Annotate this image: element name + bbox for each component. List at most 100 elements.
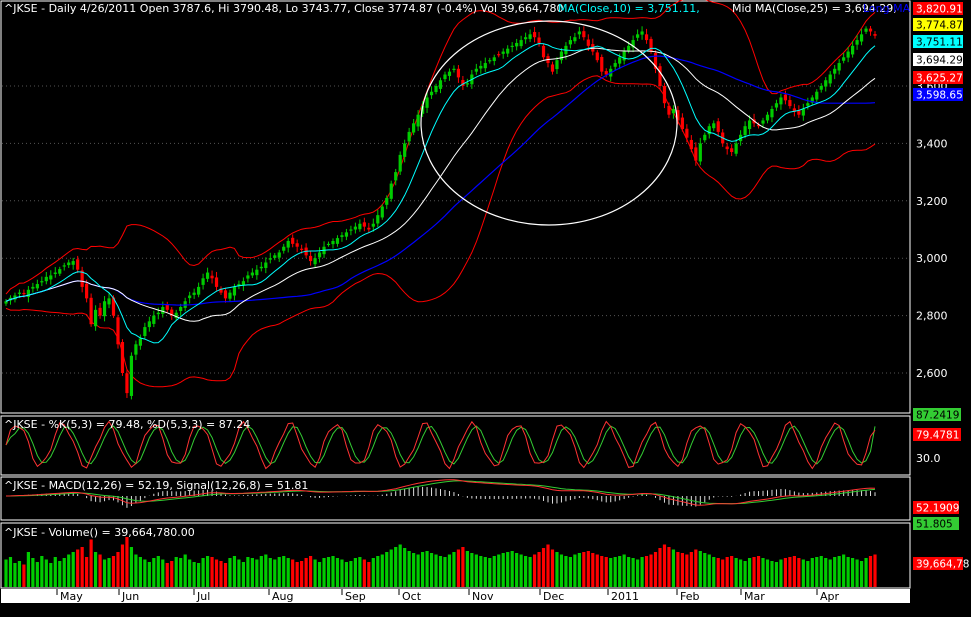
volume-bar: [492, 556, 496, 587]
volume-bar: [488, 558, 492, 587]
volume-bar: [479, 556, 483, 587]
volume-bar: [26, 552, 30, 587]
volume-bar: [747, 558, 752, 587]
volume-bar: [635, 559, 640, 587]
candle-body: [107, 298, 111, 305]
volume-bar: [515, 553, 519, 587]
volume-bar: [819, 556, 823, 587]
candle-body: [465, 83, 469, 85]
volume-bar: [188, 559, 192, 587]
volume-bar: [152, 558, 156, 587]
candle-body: [407, 131, 411, 142]
volume-bar: [71, 552, 75, 587]
candle-body: [264, 262, 268, 268]
candle-body: [698, 143, 702, 162]
volume-bar: [161, 559, 165, 587]
volume-bar: [40, 556, 44, 587]
candle-body: [102, 301, 107, 317]
volume-bar: [752, 557, 756, 587]
candle-body: [600, 57, 604, 72]
value-tag: 52.1909: [916, 503, 959, 515]
candle-body: [4, 301, 8, 304]
candle-body: [143, 327, 147, 336]
candle-body: [510, 45, 514, 48]
candle-body: [635, 34, 640, 38]
volume-bar: [358, 557, 362, 587]
volume-bar: [308, 556, 313, 587]
candle-body: [604, 71, 608, 75]
candle-body: [398, 154, 402, 172]
volume-bar: [846, 557, 850, 587]
candle-body: [380, 206, 384, 218]
volume-bar: [761, 558, 765, 587]
volume-bar: [474, 554, 478, 587]
candle-body: [483, 63, 487, 69]
volume-bar: [44, 559, 48, 587]
macd-header: ^JKSE - MACD(12,26) = 52.19, Signal(12,2…: [4, 479, 308, 492]
candle-body: [703, 134, 707, 141]
volume-bar: [550, 549, 555, 587]
volume-bar: [600, 556, 604, 587]
candle-body: [403, 143, 407, 157]
value-tag: 3,774.87: [916, 20, 963, 32]
candle-body: [40, 281, 44, 283]
candle-body: [537, 37, 541, 43]
candle-body: [362, 222, 366, 227]
long-ma-header: Long MA: [863, 2, 911, 15]
value-tag: 51.805: [916, 519, 953, 531]
candle-body: [837, 63, 841, 71]
volume-bar: [703, 553, 707, 587]
volume-bar: [613, 557, 617, 587]
volume-bar: [591, 553, 595, 587]
volume-bar: [582, 552, 586, 587]
volume-bar: [568, 557, 573, 587]
volume-bar: [537, 552, 541, 587]
volume-bar: [183, 554, 187, 587]
volume-bar: [102, 559, 107, 587]
volume-bar: [277, 557, 281, 587]
volume-bar: [232, 556, 237, 587]
x-axis-month-label: Mar: [744, 590, 765, 603]
candle-body: [116, 317, 120, 345]
candle-body: [824, 80, 828, 87]
volume-bar: [721, 559, 725, 587]
candle-body: [156, 312, 160, 315]
candle-body: [62, 265, 66, 267]
volume-bar: [456, 549, 461, 587]
volume-bar: [335, 558, 340, 587]
volume-bar: [125, 537, 129, 587]
volume-bar: [429, 553, 434, 587]
candle-body: [286, 240, 290, 248]
volume-bar: [532, 554, 537, 587]
volume-bar: [398, 544, 402, 587]
volume-bar: [541, 548, 546, 587]
candle-body: [228, 292, 232, 299]
candle-body: [49, 275, 53, 280]
candle-body: [716, 121, 720, 132]
candle-body: [568, 40, 573, 45]
candle-body: [815, 91, 819, 100]
volume-bar: [214, 559, 219, 587]
candle-body: [282, 246, 286, 251]
volume-bar: [22, 564, 26, 587]
candle-body: [344, 232, 349, 237]
volume-bar: [577, 553, 581, 587]
candle-body: [582, 31, 586, 38]
price-header: ^JKSE - Daily 4/26/2011 Open 3787.6, Hi …: [4, 2, 563, 15]
volume-bar: [192, 562, 196, 587]
candle-body: [85, 283, 89, 299]
candle-body: [488, 60, 492, 62]
value-tag: 3,598.65: [916, 90, 963, 102]
candle-body: [833, 68, 837, 74]
volume-bar: [851, 558, 855, 587]
candle-body: [859, 34, 864, 42]
volume-bar: [465, 551, 469, 587]
volume-bar: [326, 557, 331, 587]
volume-bar: [255, 559, 259, 587]
candle-body: [694, 147, 698, 161]
volume-bar: [595, 554, 599, 587]
volume-bar: [864, 558, 868, 587]
candle-body: [456, 68, 461, 78]
volume-bar: [452, 552, 456, 587]
volume-bar: [286, 558, 290, 587]
